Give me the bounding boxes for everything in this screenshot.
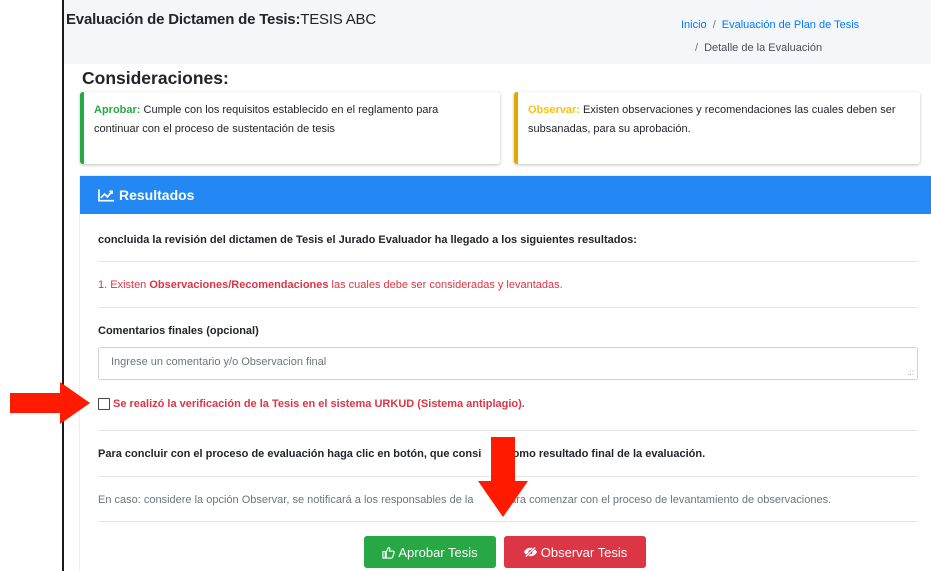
- considerations-title: Consideraciones:: [82, 68, 229, 88]
- approve-callout-key: Aprobar:: [94, 104, 141, 116]
- conclude-part2: e como resultado final de la evaluación.: [497, 448, 706, 460]
- breadcrumb-current-label: Detalle de la Evaluación: [704, 42, 823, 54]
- content-header: [64, 0, 931, 64]
- chart-line-icon: [98, 189, 115, 202]
- observe-callout-key: Observar:: [528, 104, 580, 116]
- results-title-wrap: Resultados: [98, 187, 194, 203]
- page-title-label: Evaluación de Dictamen de Tesis:: [66, 11, 301, 28]
- note-part1: En caso: considere la opción Observar, s…: [98, 494, 474, 506]
- divider: [98, 430, 918, 431]
- approve-callout-line2: continuar con el proceso de sustentación…: [94, 123, 335, 135]
- results-title: Resultados: [119, 187, 195, 203]
- divider: [98, 307, 918, 308]
- breadcrumb-home-link[interactable]: Inicio: [681, 19, 707, 31]
- results-card-header: Resultados: [80, 176, 931, 214]
- breadcrumb-current: / Detalle de la Evaluación: [689, 42, 822, 54]
- approve-callout: Aprobar: Cumple con los requisitos estab…: [80, 92, 500, 164]
- urkud-verification-label[interactable]: Se realizó la verificación de la Tesis e…: [113, 398, 525, 410]
- final-comment-textarea[interactable]: Ingrese un comentario y/o Observacion fi…: [98, 347, 918, 380]
- finding-suffix: las cuales debe ser consideradas y levan…: [328, 279, 563, 291]
- approve-thesis-label: Aprobar Tesis: [398, 544, 478, 560]
- resize-grip-icon[interactable]: .::: [907, 368, 914, 377]
- approve-thesis-button[interactable]: Aprobar Tesis: [364, 536, 496, 568]
- approve-callout-line1: Cumple con los requisitos establecido en…: [143, 104, 439, 116]
- eye-slash-icon: [523, 546, 537, 558]
- breadcrumb-separator: /: [712, 19, 716, 31]
- page-title-thesis-name: TESIS ABC: [300, 11, 376, 28]
- urkud-verification-checkbox[interactable]: [98, 398, 110, 410]
- breadcrumb-separator: /: [695, 42, 699, 54]
- breadcrumb: Inicio / Evaluación de Plan de Tesis: [681, 19, 859, 31]
- thumbs-up-icon: [382, 546, 396, 559]
- page-title: Evaluación de Dictamen de Tesis:TESIS AB…: [66, 11, 376, 28]
- finding-prefix: 1. Existen: [98, 279, 150, 291]
- red-arrow-icon: [478, 437, 528, 517]
- observe-callout-line2: subsanadas, para su aprobación.: [528, 123, 691, 135]
- red-arrow-icon: [10, 382, 90, 424]
- conclude-part1: Para concluir con el proceso de evaluaci…: [98, 448, 482, 460]
- breadcrumb-plan-link[interactable]: Evaluación de Plan de Tesis: [722, 19, 859, 31]
- divider: [98, 521, 918, 522]
- note-part2: s para comenzar con el proceso de levant…: [495, 494, 832, 506]
- window-left-border: [62, 0, 64, 571]
- observe-thesis-label: Observar Tesis: [540, 544, 628, 560]
- divider: [98, 261, 918, 262]
- observe-thesis-button[interactable]: Observar Tesis: [504, 536, 646, 568]
- observe-note: En caso: considere la opción Observar, s…: [98, 494, 831, 506]
- results-finding: 1. Existen Observaciones/Recomendaciones…: [98, 279, 563, 291]
- comments-label: Comentarios finales (opcional): [98, 325, 259, 337]
- observe-callout-line1: Existen observaciones y recomendaciones …: [583, 104, 896, 116]
- final-comment-placeholder: Ingrese un comentario y/o Observacion fi…: [111, 356, 327, 368]
- results-intro: concluida la revisión del dictamen de Te…: [98, 234, 637, 246]
- observe-callout: Observar: Existen observaciones y recome…: [514, 92, 920, 164]
- conclude-instructions: Para concluir con el proceso de evaluaci…: [98, 448, 705, 460]
- finding-bold: Observaciones/Recomendaciones: [149, 279, 329, 291]
